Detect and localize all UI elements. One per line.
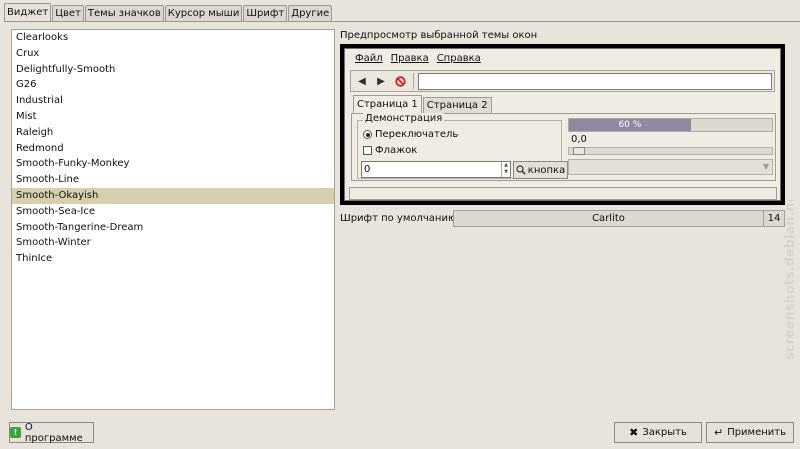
close-button[interactable]: ✖ Закрыть: [614, 422, 702, 443]
tab-color[interactable]: Цвет: [52, 5, 84, 22]
preview-page: Демонстрация Переключатель Флажок 0 ▲ ▼ к…: [351, 113, 776, 181]
theme-item[interactable]: Smooth-Winter: [12, 235, 334, 251]
menu-file[interactable]: Файл: [355, 53, 383, 67]
stop-icon[interactable]: [392, 73, 408, 89]
preview-tabs: Страница 1 Страница 2: [353, 95, 493, 113]
theme-item-selected[interactable]: Smooth-Okayish: [12, 187, 334, 204]
theme-item[interactable]: Mist: [12, 109, 334, 125]
preview-toolbar: ◀ ▶: [350, 70, 775, 92]
font-name: Carlito: [454, 211, 764, 226]
theme-item[interactable]: Smooth-Tangerine-Dream: [12, 220, 334, 236]
watermark: screenshots.debian.net: [783, 200, 798, 360]
forward-arrow-icon[interactable]: ▶: [373, 73, 389, 89]
preview-statusbar: [349, 187, 777, 200]
apply-button[interactable]: ↵ Применить: [706, 422, 794, 443]
demo-slider[interactable]: [568, 147, 773, 155]
preview-window: Файл Правка Справка ◀ ▶ Страница 1 Стран…: [344, 48, 781, 201]
scale-value: 0,0: [571, 134, 587, 145]
demo-checkbox[interactable]: Флажок: [363, 145, 417, 156]
theme-item[interactable]: Smooth-Line: [12, 172, 334, 188]
about-label: О программе: [24, 421, 83, 444]
theme-item[interactable]: ThinIce: [12, 251, 334, 267]
theme-item[interactable]: Raleigh: [12, 125, 334, 141]
demo-button[interactable]: кнопка: [513, 161, 568, 179]
radio-icon: [363, 130, 372, 139]
info-icon: !: [10, 427, 21, 438]
theme-item[interactable]: G26: [12, 77, 334, 93]
checkbox-label: Флажок: [375, 145, 418, 156]
preview-menubar: Файл Правка Справка: [345, 53, 780, 67]
preview-title: Предпросмотр выбранной темы окон: [340, 30, 538, 41]
demo-group-label: Демонстрация: [363, 113, 445, 124]
demo-spin-input[interactable]: 0 ▲ ▼: [361, 161, 511, 178]
demo-button-label: кнопка: [527, 164, 566, 176]
theme-item[interactable]: Smooth-Funky-Monkey: [12, 156, 334, 172]
font-size: 14: [767, 213, 781, 224]
radio-label: Переключатель: [375, 129, 459, 140]
demo-radio[interactable]: Переключатель: [363, 129, 458, 140]
font-picker-button[interactable]: Carlito 14: [453, 210, 785, 227]
toolbar-separator: [413, 73, 414, 89]
tab-mouse-cursor[interactable]: Курсор мыши: [164, 5, 243, 22]
theme-item[interactable]: Crux: [12, 46, 334, 62]
main-tabs: Виджет Цвет Темы значков Курсор мыши Шри…: [4, 3, 333, 22]
demo-combo[interactable]: ▼: [568, 159, 773, 175]
spin-value: 0: [364, 164, 371, 175]
progress-fill: 60 %: [569, 119, 691, 131]
back-arrow-icon[interactable]: ◀: [354, 73, 370, 89]
about-button[interactable]: ! О программе: [9, 421, 94, 444]
tab-page-2[interactable]: Страница 2: [422, 97, 492, 113]
menu-edit[interactable]: Правка: [391, 53, 429, 67]
tab-widget[interactable]: Виджет: [4, 3, 52, 22]
tab-icon-themes[interactable]: Темы значков: [84, 5, 164, 22]
apply-icon: ↵: [713, 426, 724, 439]
demo-progress-bar: 60 %: [568, 118, 773, 132]
slider-thumb[interactable]: [573, 147, 585, 155]
spin-arrows-icon[interactable]: ▲ ▼: [501, 162, 510, 177]
theme-item[interactable]: Delightfully-Smooth: [12, 62, 334, 78]
preview-frame: Файл Правка Справка ◀ ▶ Страница 1 Стран…: [340, 44, 785, 205]
theme-list[interactable]: Clearlooks Crux Delightfully-Smooth G26 …: [11, 29, 335, 410]
apply-label: Применить: [727, 427, 787, 438]
demo-group: Демонстрация Переключатель Флажок 0 ▲ ▼ к…: [357, 113, 568, 179]
close-icon: ✖: [629, 426, 639, 439]
theme-item[interactable]: Clearlooks: [12, 30, 334, 46]
close-label: Закрыть: [642, 427, 687, 438]
theme-item[interactable]: Industrial: [12, 93, 334, 109]
tab-font[interactable]: Шрифт: [243, 5, 288, 22]
checkbox-icon: [363, 146, 372, 155]
tab-page-1[interactable]: Страница 1: [353, 95, 422, 113]
default-font-label: Шрифт по умолчанию:: [340, 213, 460, 224]
tab-other[interactable]: Другие: [288, 5, 333, 22]
theme-item[interactable]: Redmond: [12, 141, 334, 157]
search-icon: [516, 165, 526, 175]
chevron-down-icon: ▼: [762, 162, 769, 171]
menu-help[interactable]: Справка: [437, 53, 481, 67]
toolbar-entry[interactable]: [418, 72, 772, 90]
theme-item[interactable]: Smooth-Sea-Ice: [12, 204, 334, 220]
